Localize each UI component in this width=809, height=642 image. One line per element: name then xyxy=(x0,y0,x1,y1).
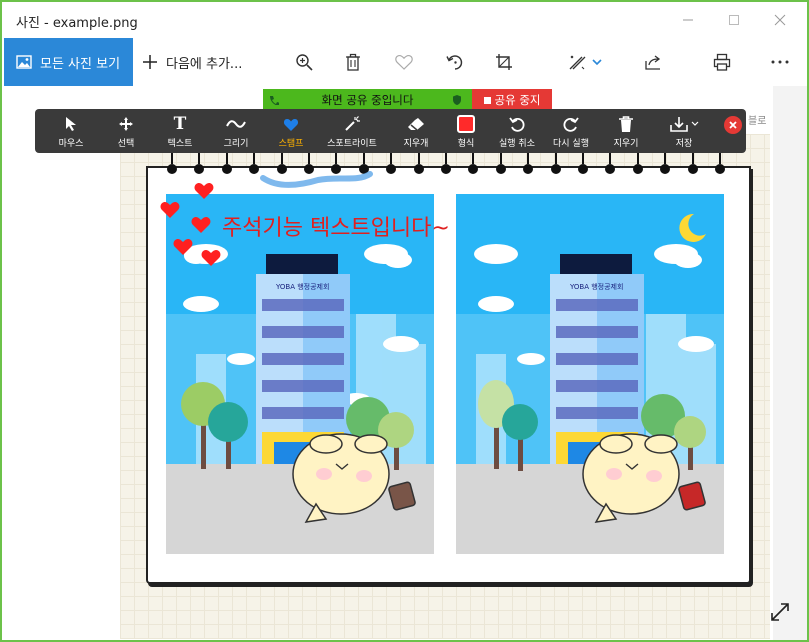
heart-stamp xyxy=(194,183,214,199)
close-button[interactable] xyxy=(757,2,803,38)
building-sign: YOBA 행정공제회 xyxy=(275,282,329,291)
expand-icon xyxy=(771,603,789,621)
share-icon xyxy=(645,55,661,70)
minimize-button[interactable] xyxy=(665,2,711,38)
tool-text[interactable]: T 텍스트 xyxy=(159,113,201,151)
screen-share-banner: 화면 공유 중입니다 xyxy=(263,89,472,111)
crop-icon xyxy=(496,54,512,70)
tool-spotlight[interactable]: 스포트라이트 xyxy=(321,113,383,151)
tool-clear[interactable]: 지우기 xyxy=(605,113,647,151)
spiral-ring xyxy=(550,152,561,174)
tool-draw[interactable]: 그리기 xyxy=(215,113,257,151)
rotate-icon xyxy=(446,55,463,70)
side-hint-text: 블로 xyxy=(748,116,767,127)
title-bar: 사진 - example.png xyxy=(2,2,807,38)
annotation-toolbar: 마우스 선택 T 텍스트 그리기 스탬프 스포트라이트 지우개 형식 실행 취소… xyxy=(35,109,746,153)
zoom-button[interactable] xyxy=(290,48,318,76)
crop-button[interactable] xyxy=(490,48,518,76)
heart-stamp xyxy=(173,239,193,255)
spiral-ring xyxy=(660,152,671,174)
delete-icon xyxy=(346,53,360,71)
favorite-button[interactable] xyxy=(390,48,418,76)
illustration-panel-right: YOBA 행정공제회 xyxy=(456,194,724,554)
maximize-icon xyxy=(729,15,739,25)
stop-square-icon xyxy=(483,96,491,104)
trash-icon xyxy=(619,115,633,132)
tool-undo[interactable]: 실행 취소 xyxy=(493,113,541,151)
spiral-ring xyxy=(468,152,479,174)
edit-button[interactable] xyxy=(564,48,606,76)
tool-select[interactable]: 선택 xyxy=(105,113,147,151)
maximize-button[interactable] xyxy=(711,2,757,38)
app-toolbar: 모든 사진 보기 다음에 추가... xyxy=(2,38,807,86)
close-icon xyxy=(774,14,786,26)
tool-redo[interactable]: 다시 실행 xyxy=(547,113,595,151)
minimize-icon xyxy=(683,19,693,21)
phone-icon xyxy=(270,96,279,105)
redo-icon xyxy=(563,117,579,132)
save-icon xyxy=(669,117,688,132)
spiral-ring xyxy=(221,152,232,174)
all-photos-label: 모든 사진 보기 xyxy=(40,56,121,72)
tool-mouse[interactable]: 마우스 xyxy=(50,113,92,151)
heart-stamp xyxy=(160,202,180,218)
tool-format[interactable]: 형식 xyxy=(445,113,487,151)
delete-button[interactable] xyxy=(339,48,367,76)
photos-icon xyxy=(16,55,32,69)
add-to-label: 다음에 추가... xyxy=(166,56,243,72)
shield-icon xyxy=(453,95,461,105)
spiral-ring xyxy=(687,152,698,174)
print-icon xyxy=(713,53,731,71)
draw-icon xyxy=(226,120,246,128)
share-banner-label: 화면 공유 중입니다 xyxy=(321,93,414,107)
print-button[interactable] xyxy=(708,48,736,76)
all-photos-button[interactable]: 모든 사진 보기 xyxy=(4,38,133,86)
spiral-ring xyxy=(605,152,616,174)
tool-stamp[interactable]: 스탬프 xyxy=(270,113,312,151)
spiral-ring xyxy=(386,152,397,174)
spiral-ring xyxy=(523,152,534,174)
heart-stamp xyxy=(191,217,211,233)
save-dropdown-icon xyxy=(691,121,698,126)
more-button[interactable] xyxy=(766,48,794,76)
spotlight-icon xyxy=(345,116,360,131)
zoom-icon xyxy=(296,54,313,71)
format-icon xyxy=(457,115,475,133)
close-icon xyxy=(729,121,737,129)
chevron-down-icon xyxy=(592,59,602,66)
undo-icon xyxy=(509,117,525,132)
plus-icon xyxy=(143,55,157,69)
building-sign-right: YOBA 행정공제회 xyxy=(569,282,623,291)
cursor-icon xyxy=(66,117,76,131)
spiral-ring xyxy=(495,152,506,174)
spiral-ring xyxy=(194,152,205,174)
stop-share-label: 공유 중지 xyxy=(494,93,541,107)
tool-eraser[interactable]: 지우개 xyxy=(395,113,437,151)
annotation-text: 주석기능 텍스트입니다~ xyxy=(222,216,450,241)
text-icon: T xyxy=(173,114,187,134)
spiral-ring xyxy=(441,152,451,174)
share-button[interactable] xyxy=(639,48,667,76)
draw-stroke xyxy=(260,171,373,188)
spiral-ring xyxy=(632,152,643,174)
rotate-button[interactable] xyxy=(441,48,469,76)
spiral-ring xyxy=(715,152,725,174)
favorite-icon xyxy=(395,54,413,70)
eraser-icon xyxy=(408,118,424,131)
spiral-ring xyxy=(413,152,424,174)
fullscreen-button[interactable] xyxy=(770,602,790,626)
viewer-side-strip xyxy=(773,86,807,640)
stop-share-button[interactable]: 공유 중지 xyxy=(472,89,552,111)
edit-icon xyxy=(569,55,586,70)
spiral-ring xyxy=(578,152,588,174)
window-title: 사진 - example.png xyxy=(16,16,138,31)
tool-save[interactable]: 저장 xyxy=(663,113,705,151)
annotation-close-button[interactable] xyxy=(724,116,742,134)
heart-stamp xyxy=(201,250,221,266)
heart-icon xyxy=(283,118,299,131)
more-icon xyxy=(771,60,789,64)
move-icon xyxy=(119,117,133,131)
spiral-ring xyxy=(167,152,177,174)
add-to-button[interactable]: 다음에 추가... xyxy=(142,38,242,86)
